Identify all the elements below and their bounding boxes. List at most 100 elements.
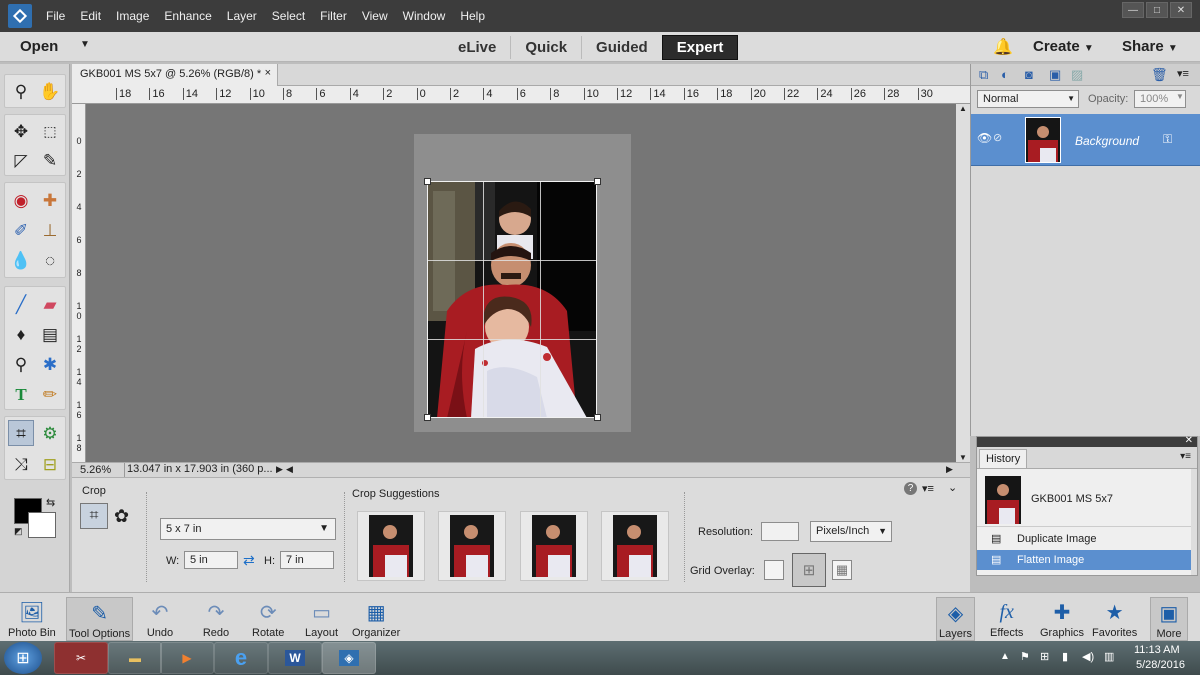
spot-healing-tool-icon[interactable]: ✚ bbox=[37, 187, 63, 213]
menu-help[interactable]: Help bbox=[460, 9, 485, 23]
layers-button[interactable]: ◈ Layers bbox=[936, 597, 976, 641]
swap-dimensions-icon[interactable]: ⇄ bbox=[243, 552, 255, 569]
minimize-button[interactable]: — bbox=[1122, 2, 1144, 18]
taskbar-app-snipping[interactable]: ✂ bbox=[54, 642, 108, 674]
open-button[interactable]: Open bbox=[20, 38, 58, 55]
shape-tool-icon[interactable]: ✱ bbox=[37, 351, 63, 377]
taskbar-app-media[interactable]: ▶ bbox=[160, 642, 214, 674]
history-step-1[interactable]: ▤ Duplicate Image bbox=[977, 529, 1197, 549]
photo-bin-button[interactable]: 🖼 Photo Bin bbox=[8, 597, 56, 640]
scroll-left-icon[interactable]: ◀ bbox=[286, 464, 293, 475]
sponge-tool-icon[interactable]: ◌ bbox=[37, 247, 63, 273]
history-scrollbar[interactable] bbox=[1191, 469, 1197, 575]
lasso-tool-icon[interactable]: ◸ bbox=[8, 147, 34, 173]
adjustment-layer-icon[interactable]: ◐ bbox=[1001, 67, 1009, 82]
layers-panel-menu-icon[interactable]: ▾≡ bbox=[1177, 67, 1189, 80]
show-hidden-icons-icon[interactable]: ▲ bbox=[1000, 651, 1010, 662]
collapse-options-icon[interactable]: ⌄ bbox=[948, 481, 957, 494]
eraser-tool-icon[interactable]: ▰ bbox=[37, 291, 63, 317]
smart-brush-tool-icon[interactable]: ✐ bbox=[8, 217, 34, 243]
history-menu-icon[interactable]: ▾≡ bbox=[1180, 451, 1191, 462]
clock-time[interactable]: 11:13 AM bbox=[1134, 644, 1180, 656]
quick-selection-tool-icon[interactable]: ✎ bbox=[37, 147, 63, 173]
resolution-input[interactable] bbox=[761, 522, 799, 541]
layer-lock-icon[interactable]: ⚿ bbox=[1163, 132, 1172, 147]
default-colors-icon[interactable]: ◩ bbox=[14, 526, 23, 537]
swap-colors-icon[interactable]: ⇆ bbox=[46, 496, 55, 509]
history-snapshot[interactable]: GKB001 MS 5x7 bbox=[977, 473, 1197, 527]
network-icon[interactable]: ▥ bbox=[1104, 650, 1114, 663]
crop-handle-bottom-left[interactable] bbox=[424, 414, 431, 421]
aspect-ratio-select[interactable]: 5 x 7 in ▼ bbox=[160, 518, 336, 540]
redo-button[interactable]: ↷ Redo bbox=[200, 597, 232, 640]
history-step-2[interactable]: ▤ Flatten Image bbox=[977, 550, 1191, 570]
resolution-units-select[interactable]: Pixels/Inch ▼ bbox=[810, 521, 892, 542]
battery-icon[interactable]: ▮ bbox=[1062, 650, 1068, 663]
taskbar-app-ie[interactable]: e bbox=[214, 642, 268, 674]
zoom-tool-icon[interactable]: ⚲ bbox=[8, 78, 34, 104]
layer-link-icon[interactable]: ⊘ bbox=[993, 131, 1002, 144]
maximize-button[interactable]: □ bbox=[1146, 2, 1168, 18]
mode-elive[interactable]: eLive bbox=[444, 35, 512, 59]
menu-layer[interactable]: Layer bbox=[227, 9, 257, 23]
history-tab[interactable]: History bbox=[979, 449, 1028, 469]
marquee-tool-icon[interactable]: ⬚ bbox=[37, 118, 63, 144]
close-tab-icon[interactable]: × bbox=[265, 67, 271, 79]
blend-mode-select[interactable]: Normal ▼ bbox=[977, 90, 1079, 108]
layout-button[interactable]: ▭ Layout bbox=[305, 597, 338, 640]
new-layer-icon[interactable]: ⧉ bbox=[979, 67, 988, 83]
crop-suggestion-3[interactable] bbox=[520, 511, 588, 581]
background-color-swatch[interactable] bbox=[28, 512, 56, 538]
crop-suggestion-1[interactable] bbox=[357, 511, 425, 581]
gradient-tool-icon[interactable]: ▤ bbox=[37, 321, 63, 347]
crop-handle-top-right[interactable] bbox=[594, 178, 601, 185]
grid-overlay-rule-of-thirds[interactable]: ⊞ bbox=[792, 553, 826, 587]
layer-row-background[interactable]: 👁 ⊘ Background ⚿ bbox=[971, 114, 1200, 166]
create-menu-button[interactable]: Create ▼ bbox=[1033, 38, 1094, 55]
effects-button[interactable]: fx Effects bbox=[990, 597, 1023, 640]
taskbar-app-word[interactable]: W bbox=[268, 642, 322, 674]
layer-mask-icon[interactable]: ◙ bbox=[1025, 67, 1033, 82]
notification-bell-icon[interactable]: 🔔 bbox=[993, 37, 1013, 57]
share-menu-button[interactable]: Share ▼ bbox=[1122, 38, 1178, 55]
rotate-button[interactable]: ⟳ Rotate bbox=[252, 597, 284, 640]
document-tab[interactable]: GKB001 MS 5x7 @ 5.26% (RGB/8) * × bbox=[72, 64, 278, 86]
delete-layer-icon[interactable]: 🗑 bbox=[1151, 67, 1168, 83]
start-button[interactable]: ⊞ bbox=[4, 642, 42, 674]
straighten-tool-icon[interactable]: ⊟ bbox=[37, 451, 63, 477]
vertical-scrollbar[interactable]: ▲ ▼ bbox=[956, 104, 970, 462]
crop-handle-bottom-right[interactable] bbox=[594, 414, 601, 421]
grid-overlay-none[interactable] bbox=[764, 560, 784, 580]
lock-all-icon[interactable]: ▣ bbox=[1049, 67, 1061, 83]
layer-name[interactable]: Background bbox=[1075, 134, 1139, 148]
clone-stamp-tool-icon[interactable]: ⊥ bbox=[37, 217, 63, 243]
mode-guided[interactable]: Guided bbox=[582, 36, 662, 59]
crop-box[interactable] bbox=[427, 181, 597, 418]
volume-icon[interactable]: ◀) bbox=[1082, 650, 1094, 663]
crop-tool-icon[interactable]: ⌗ bbox=[8, 420, 34, 446]
tool-options-button[interactable]: ✎ Tool Options bbox=[66, 597, 134, 641]
hand-tool-icon[interactable]: ✋ bbox=[37, 78, 63, 104]
red-eye-tool-icon[interactable]: ◉ bbox=[8, 187, 34, 213]
panel-menu-icon[interactable]: ▾≡ bbox=[922, 482, 934, 495]
menu-image[interactable]: Image bbox=[116, 9, 149, 23]
menu-edit[interactable]: Edit bbox=[80, 9, 101, 23]
close-window-button[interactable]: ✕ bbox=[1170, 2, 1192, 18]
action-center-icon[interactable]: ⚑ bbox=[1020, 650, 1030, 663]
layer-visibility-icon[interactable]: 👁 bbox=[977, 131, 992, 145]
recompose-tool-icon[interactable]: ⚙ bbox=[37, 420, 63, 446]
scroll-up-icon[interactable]: ▲ bbox=[959, 104, 967, 113]
scroll-right-icon[interactable]: ▶ bbox=[946, 464, 953, 475]
undo-button[interactable]: ↶ Undo bbox=[144, 597, 176, 640]
cookie-cutter-icon[interactable]: ✿ bbox=[114, 506, 129, 527]
open-dropdown-icon[interactable]: ▼ bbox=[80, 39, 90, 50]
favorites-button[interactable]: ★ Favorites bbox=[1092, 597, 1137, 640]
move-tool-icon[interactable]: ✥ bbox=[8, 118, 34, 144]
content-aware-move-tool-icon[interactable]: ⤨ bbox=[8, 451, 34, 477]
close-history-icon[interactable]: ✕ bbox=[1185, 435, 1193, 446]
menu-filter[interactable]: Filter bbox=[320, 9, 347, 23]
more-button[interactable]: ▣ More bbox=[1150, 597, 1188, 641]
organizer-button[interactable]: ▦ Organizer bbox=[352, 597, 400, 640]
crop-suggestion-2[interactable] bbox=[438, 511, 506, 581]
mode-expert[interactable]: Expert bbox=[661, 34, 739, 60]
